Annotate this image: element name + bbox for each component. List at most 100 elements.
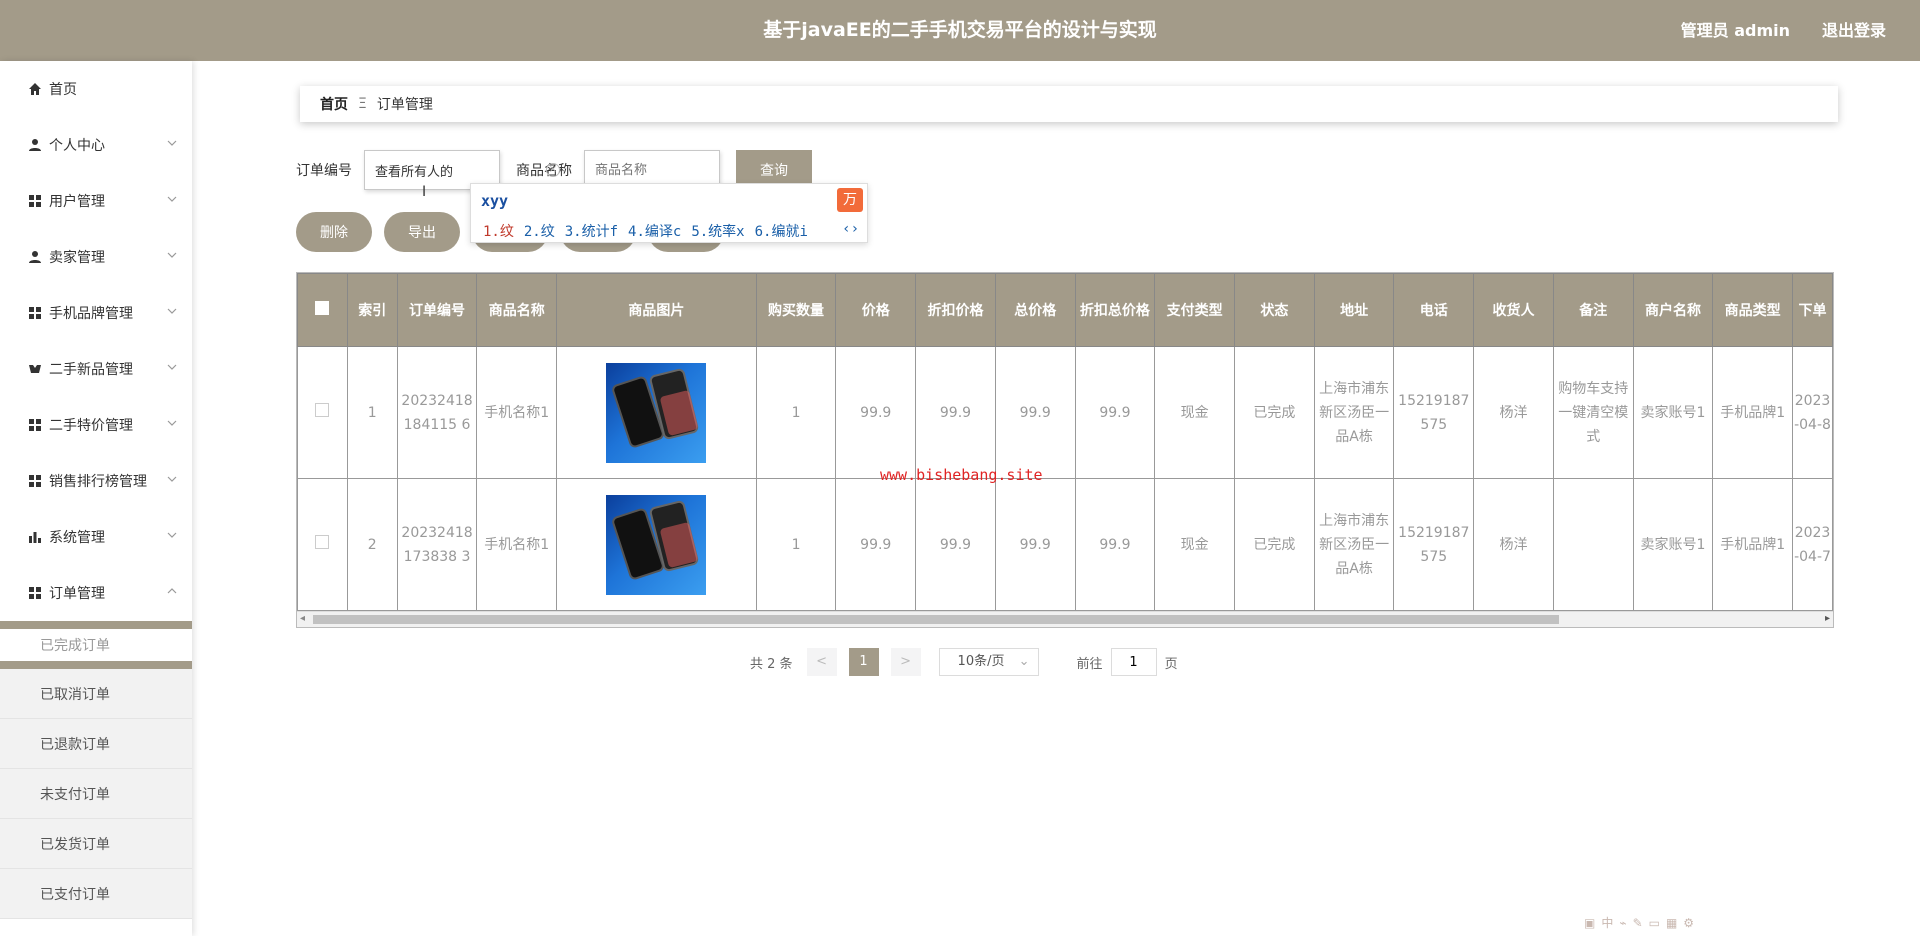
cell-order-time: 2023-04-8 — [1792, 346, 1833, 479]
cell-phone: 15219187575 — [1393, 478, 1475, 611]
admin-label: 管理员 admin — [1680, 21, 1790, 40]
cell-total-price: 99.9 — [994, 346, 1076, 479]
sidebar-item-label: 系统管理 — [49, 530, 105, 546]
cell-discount-total: 99.9 — [1074, 346, 1156, 479]
ime-status-bar-icons: ▣中⌁✎▭▦⚙ — [1584, 916, 1701, 930]
sidebar-subitem-paid[interactable]: 已支付订单 — [0, 869, 192, 919]
cell-address: 上海市浦东新区汤臣一品A栋 — [1313, 346, 1395, 479]
goto-suffix: 页 — [1164, 656, 1178, 672]
app-title: 基于javaEE的二手手机交易平台的设计与实现 — [763, 19, 1157, 41]
delete-button[interactable]: 删除 — [296, 212, 372, 252]
cell-total-price: 99.9 — [994, 478, 1076, 611]
sidebar-subitem-completed[interactable]: 已完成订单 — [0, 621, 192, 669]
ime-page-nav[interactable]: ‹› — [842, 221, 859, 237]
goto-page-input[interactable] — [1110, 648, 1157, 676]
cell-remark: 购物车支持一键清空模式 — [1552, 346, 1634, 479]
scroll-left-arrow-icon[interactable]: ◂ — [300, 613, 305, 624]
sidebar-item-orders[interactable]: 订单管理 — [0, 565, 192, 621]
ime-candidate[interactable]: 5.统率x — [691, 224, 744, 240]
sidebar-item-sellers[interactable]: 卖家管理 — [0, 229, 192, 285]
logout-link[interactable]: 退出登录 — [1822, 0, 1886, 61]
ime-candidate-popup: xyy 万 1.纹 2.纹 3.统计f 4.编译c 5.统率x 6.编就i ‹› — [470, 183, 868, 243]
column-header: 支付类型 — [1154, 273, 1235, 347]
cell-price: 99.9 — [835, 478, 917, 611]
ime-candidate[interactable]: 3.统计f — [565, 224, 618, 240]
scrollbar-thumb[interactable] — [313, 615, 1559, 624]
select-all-checkbox[interactable] — [315, 301, 330, 315]
sidebar-item-home[interactable]: 首页 — [0, 61, 192, 117]
cell-remark — [1552, 478, 1634, 611]
chevron-down-icon — [167, 252, 177, 258]
sidebar-item-used-special[interactable]: 二手特价管理 — [0, 397, 192, 453]
chevron-down-icon: ⌄ — [1018, 654, 1030, 669]
ime-candidate[interactable]: 6.编就i — [755, 224, 808, 240]
cell-order-no: 20232418184115 6 — [396, 346, 478, 479]
breadcrumb-separator: Ξ — [358, 96, 367, 112]
row-checkbox[interactable] — [315, 534, 330, 549]
column-header: 折扣价格 — [915, 273, 996, 347]
sidebar-item-personal-center[interactable]: 个人中心 — [0, 117, 192, 173]
sidebar-item-users[interactable]: 用户管理 — [0, 173, 192, 229]
cell-pay-type: 现金 — [1154, 478, 1235, 611]
product-name-label: 商品名称 — [516, 163, 572, 179]
sidebar-item-sales-ranking[interactable]: 销售排行榜管理 — [0, 453, 192, 509]
table-row: 2 20232418173838 3 手机名称1 1 99.9 99.9 99.… — [297, 478, 1833, 611]
export-button[interactable]: 导出 — [384, 212, 460, 252]
scroll-right-arrow-icon[interactable]: ▸ — [1825, 613, 1830, 624]
text-cursor-icon: I — [422, 184, 427, 200]
grid-icon — [27, 473, 43, 489]
order-no-label: 订单编号 — [296, 163, 352, 179]
ime-candidates: 1.纹 2.纹 3.统计f 4.编译c 5.统率x 6.编就i — [483, 221, 818, 241]
ime-candidate[interactable]: 1.纹 — [483, 224, 514, 240]
sidebar-subitem-refunded[interactable]: 已退款订单 — [0, 719, 192, 769]
sidebar-subitem-cancelled[interactable]: 已取消订单 — [0, 669, 192, 719]
cell-merchant: 卖家账号1 — [1632, 346, 1714, 479]
home-icon — [27, 81, 43, 97]
grid-icon — [27, 585, 43, 601]
cell-merchant: 卖家账号1 — [1632, 478, 1714, 611]
cell-index: 2 — [346, 478, 398, 611]
cell-product-image — [556, 346, 757, 479]
column-header: 备注 — [1552, 273, 1634, 347]
ime-candidate[interactable]: 4.编译c — [628, 224, 681, 240]
column-header: 收货人 — [1473, 273, 1554, 347]
page-number-button[interactable]: 1 — [848, 648, 879, 676]
column-header: 商品名称 — [476, 273, 558, 347]
page-size-select[interactable]: 10条/页 ⌄ — [938, 648, 1039, 676]
clear-icon[interactable]: × — [546, 163, 560, 177]
prev-page-button[interactable]: < — [806, 648, 837, 676]
sidebar-item-used-new[interactable]: 二手新品管理 — [0, 341, 192, 397]
cell-phone: 15219187575 — [1393, 346, 1475, 479]
ime-candidate[interactable]: 2.纹 — [524, 224, 555, 240]
sidebar-item-phone-brands[interactable]: 手机品牌管理 — [0, 285, 192, 341]
chevron-down-icon — [167, 420, 177, 426]
product-image[interactable] — [606, 362, 707, 463]
row-select-cell — [297, 478, 348, 611]
goto-label: 前往 — [1076, 656, 1103, 672]
table-header-row: 索引 订单编号 商品名称 商品图片 购买数量 价格 折扣价格 总价格 折扣总价格… — [297, 273, 1833, 347]
sidebar-subitem-shipped[interactable]: 已发货订单 — [0, 819, 192, 869]
user-icon — [27, 249, 43, 265]
column-header: 商品图片 — [556, 273, 757, 347]
breadcrumb-current: 订单管理 — [376, 97, 433, 113]
sidebar-subitem-unpaid[interactable]: 未支付订单 — [0, 769, 192, 819]
cell-receiver: 杨洋 — [1473, 478, 1554, 611]
row-checkbox[interactable] — [315, 402, 330, 417]
breadcrumb-home[interactable]: 首页 — [320, 94, 348, 114]
cell-product-name: 手机名称1 — [476, 478, 558, 611]
sidebar-item-label: 二手新品管理 — [49, 362, 133, 378]
bar-chart-icon — [27, 529, 43, 545]
row-select-cell — [297, 346, 348, 479]
horizontal-scrollbar[interactable]: ◂ ▸ — [297, 611, 1833, 627]
cell-order-no: 20232418173838 3 — [396, 478, 478, 611]
product-image[interactable] — [606, 494, 707, 595]
total-count: 共 2 条 — [750, 656, 793, 672]
grid-icon — [27, 193, 43, 209]
cell-quantity: 1 — [755, 346, 837, 479]
sidebar-item-label: 卖家管理 — [49, 250, 105, 266]
sidebar-item-label: 二手特价管理 — [49, 418, 133, 434]
cell-product-image — [556, 478, 757, 611]
column-header: 价格 — [835, 273, 917, 347]
next-page-button[interactable]: > — [890, 648, 921, 676]
sidebar-item-system[interactable]: 系统管理 — [0, 509, 192, 565]
